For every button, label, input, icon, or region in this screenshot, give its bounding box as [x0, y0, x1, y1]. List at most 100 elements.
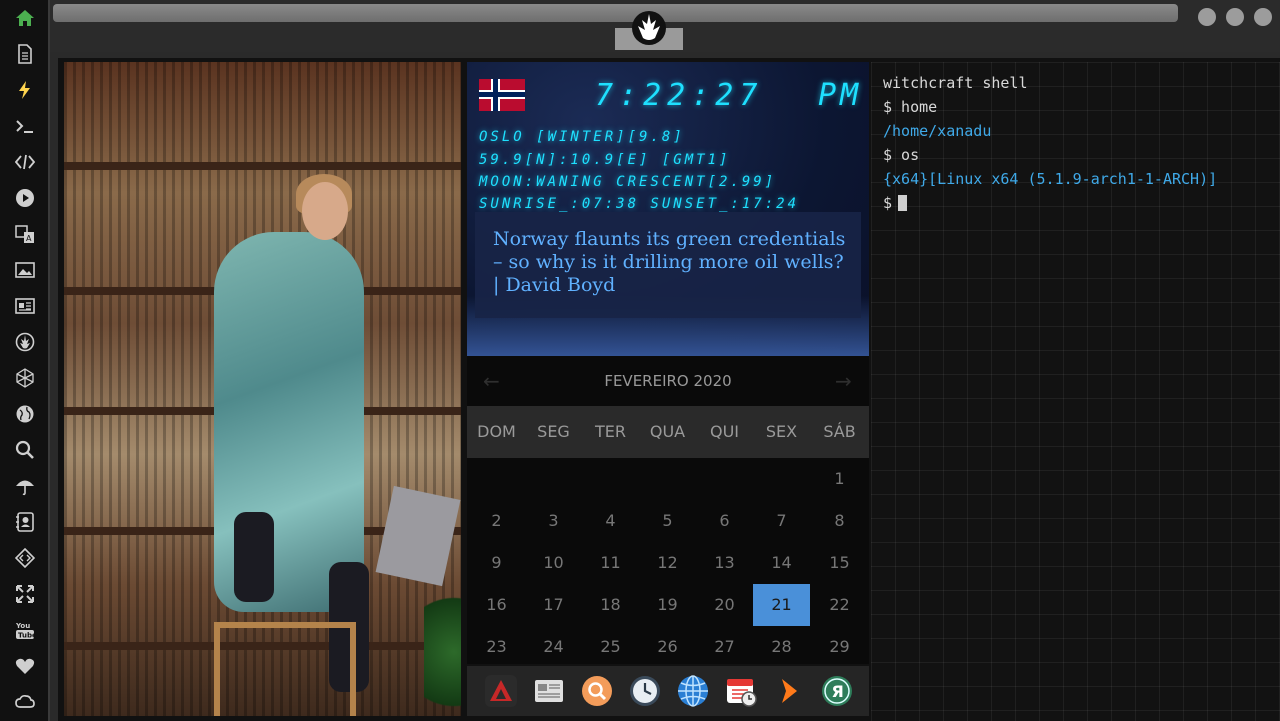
- sidebar-newspaper-button[interactable]: [12, 293, 38, 319]
- sidebar-globe-button[interactable]: [12, 401, 38, 427]
- contact-icon: [16, 512, 34, 532]
- calendar-day[interactable]: 20: [696, 584, 753, 626]
- sidebar-youtube-button[interactable]: You Tube: [12, 617, 38, 643]
- sidebar-heart-button[interactable]: [12, 653, 38, 679]
- sidebar-search-button[interactable]: [12, 437, 38, 463]
- sidebar-umbrella-button[interactable]: [12, 473, 38, 499]
- dock-arch-launcher-launcher[interactable]: [485, 675, 517, 707]
- dock-yandex-launcher[interactable]: Я: [821, 675, 853, 707]
- calendar-day[interactable]: 15: [811, 542, 868, 584]
- clock-app-icon: [630, 676, 660, 706]
- sidebar-translate-button[interactable]: A: [12, 221, 38, 247]
- dock-web-browser-launcher[interactable]: [677, 675, 709, 707]
- calendar-day[interactable]: 9: [468, 542, 525, 584]
- sidebar-play-button[interactable]: [12, 185, 38, 211]
- calendar-day[interactable]: 24: [525, 626, 582, 668]
- calendar-day[interactable]: 3: [525, 500, 582, 542]
- dock-search-app-launcher[interactable]: [581, 675, 613, 707]
- sidebar-code-button[interactable]: [12, 149, 38, 175]
- app-dock: Я: [467, 666, 869, 716]
- sidebar-diamond-code-button[interactable]: [12, 545, 38, 571]
- calendar-day[interactable]: 16: [468, 584, 525, 626]
- calendar-day[interactable]: 25: [582, 626, 639, 668]
- calendar-day[interactable]: 19: [639, 584, 696, 626]
- calendar-day[interactable]: 11: [582, 542, 639, 584]
- svg-text:You: You: [15, 622, 30, 630]
- sidebar-rebel-button[interactable]: [12, 329, 38, 355]
- polyhedron-icon: [16, 368, 34, 388]
- arch-launcher-icon: [485, 675, 517, 707]
- newspaper-app-icon: [535, 680, 563, 702]
- weekday-label: SEG: [537, 422, 570, 441]
- rebel-alliance-icon: [632, 11, 666, 45]
- calendar-day[interactable]: 27: [696, 626, 753, 668]
- calendar-day[interactable]: 17: [525, 584, 582, 626]
- calendar-day[interactable]: 1: [811, 458, 868, 500]
- globe-icon: [16, 405, 34, 423]
- dock-clock-app-launcher[interactable]: [629, 675, 661, 707]
- logo-tab[interactable]: [615, 0, 683, 50]
- sidebar-lightning-button[interactable]: [12, 77, 38, 103]
- terminal-prompt-line: $ home: [883, 98, 938, 116]
- calendar-day-selected[interactable]: 21: [753, 584, 810, 626]
- calendar-day[interactable]: 8: [811, 500, 868, 542]
- diamond-code-icon: [15, 548, 35, 568]
- sidebar-contact-button[interactable]: [12, 509, 38, 535]
- close-button[interactable]: [1254, 8, 1272, 26]
- calendar-day[interactable]: 22: [811, 584, 868, 626]
- calendar-day[interactable]: 23: [468, 626, 525, 668]
- calendar-day[interactable]: 7: [753, 500, 810, 542]
- calendar-day[interactable]: 6: [696, 500, 753, 542]
- sidebar-fullscreen-button[interactable]: [12, 581, 38, 607]
- weekday-label: TER: [595, 422, 626, 441]
- dock-forward-arrow-launcher[interactable]: [773, 675, 805, 707]
- city-info: OSLO [WINTER][9.8]: [479, 129, 685, 145]
- svg-text:Tube: Tube: [18, 632, 35, 640]
- calendar-day[interactable]: 13: [696, 542, 753, 584]
- svg-text:A: A: [26, 234, 32, 243]
- sidebar-polyhedron-button[interactable]: [12, 365, 38, 391]
- lightning-icon: [19, 81, 30, 99]
- play-icon: [16, 189, 34, 207]
- sidebar-terminal-button[interactable]: [12, 113, 38, 139]
- weekday-label: QUA: [649, 422, 686, 441]
- news-headline-card[interactable]: Norway flaunts its green credentials – s…: [475, 212, 861, 318]
- calendar-weekday-row: DOM SEG TER QUA QUI SEX SÁB: [467, 406, 869, 458]
- fullscreen-icon: [16, 585, 34, 603]
- moon-info: MOON:WANING CRESCENT[2.99]: [479, 174, 777, 190]
- calendar-day[interactable]: 12: [639, 542, 696, 584]
- calendar-day[interactable]: 10: [525, 542, 582, 584]
- heart-icon: [15, 658, 35, 674]
- calendar-day[interactable]: 28: [753, 626, 810, 668]
- rebel-icon: [15, 332, 35, 352]
- calendar-day[interactable]: 26: [639, 626, 696, 668]
- sidebar-home-button[interactable]: [12, 5, 38, 31]
- dock-newspaper-app-launcher[interactable]: [533, 675, 565, 707]
- calendar-day[interactable]: 14: [753, 542, 810, 584]
- dock-calendar-app-launcher[interactable]: [725, 675, 757, 707]
- terminal-prompt-line: $ os: [883, 146, 920, 164]
- cloud-icon: [15, 694, 35, 708]
- sidebar-cloud-button[interactable]: [12, 689, 38, 715]
- news-headline[interactable]: Norway flaunts its green credentials – s…: [493, 228, 849, 297]
- norway-flag-icon: [479, 79, 525, 111]
- weekday-label: SEX: [765, 422, 798, 441]
- calendar-widget: ← FEVEREIRO 2020 → DOM SEG TER QUA QUI SEX SÁB…: [467, 356, 869, 664]
- arrow-right-icon[interactable]: →: [835, 369, 852, 393]
- maximize-button[interactable]: [1226, 8, 1244, 26]
- sun-info: SUNRISE_:07:38 SUNSET_:17:24: [479, 196, 800, 212]
- search-icon: [15, 440, 34, 459]
- calendar-day[interactable]: 18: [582, 584, 639, 626]
- sidebar-image-button[interactable]: [12, 257, 38, 283]
- minimize-button[interactable]: [1198, 8, 1216, 26]
- yandex-icon: Я: [822, 676, 852, 706]
- sidebar: A You Tube: [0, 0, 50, 721]
- calendar-day[interactable]: 4: [582, 500, 639, 542]
- calendar-day[interactable]: 29: [811, 626, 868, 668]
- terminal-window[interactable]: witchcraft shell $ home/home/xanadu $ os {x…: [871, 62, 1280, 721]
- calendar-day[interactable]: 2: [468, 500, 525, 542]
- calendar-day[interactable]: 5: [639, 500, 696, 542]
- sidebar-document-button[interactable]: [12, 41, 38, 67]
- web-browser-icon: [678, 675, 708, 707]
- code-icon: [15, 154, 35, 170]
